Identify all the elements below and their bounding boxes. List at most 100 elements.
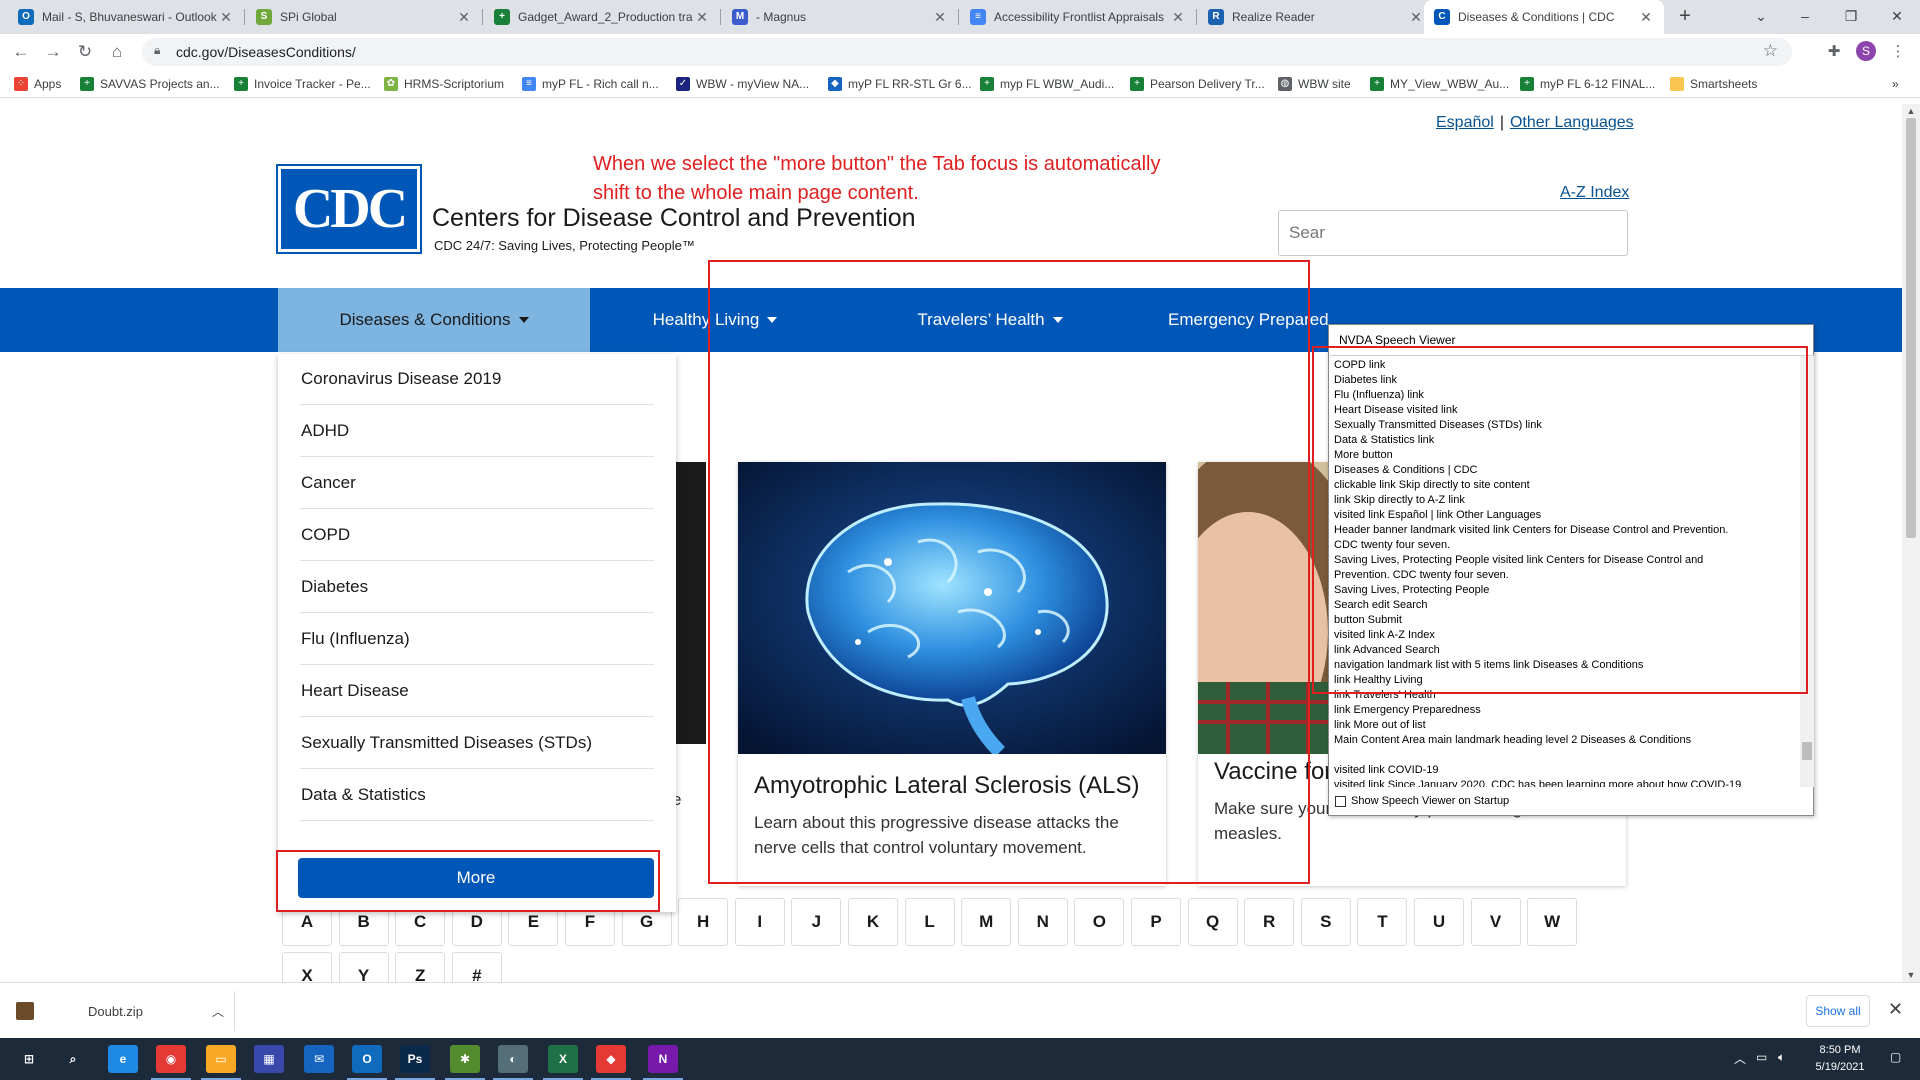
bookmark-hrms[interactable]: ✿ HRMS-Scriptorium	[384, 76, 504, 92]
bookmark-myp-wbw-audi[interactable]: + myp FL WBW_Audi...	[980, 76, 1114, 92]
az-letter-button[interactable]: R	[1244, 898, 1295, 946]
bookmark-myp-6-12-final[interactable]: + myP FL 6-12 FINAL...	[1520, 76, 1655, 92]
browser-tab-realize-reader[interactable]: R Realize Reader ✕	[1198, 0, 1434, 34]
restore-icon[interactable]: ❐	[1828, 0, 1874, 34]
page-scroll-thumb[interactable]	[1906, 118, 1916, 538]
dropdown-item-data-statistics[interactable]: Data & Statistics	[300, 770, 654, 821]
search-icon[interactable]: ⌕	[58, 1045, 88, 1073]
show-all-button[interactable]: Show all	[1806, 995, 1870, 1027]
bookmark-myp-fl-rich[interactable]: ≡ myP FL - Rich call n...	[522, 76, 659, 92]
browser-tab-magnus[interactable]: M - Magnus ✕	[722, 0, 958, 34]
browser-tab-cdc-active[interactable]: C Diseases & Conditions | CDC ✕	[1424, 0, 1664, 34]
other-languages-link[interactable]: Other Languages	[1510, 114, 1634, 132]
network-icon[interactable]: ▭	[1756, 1050, 1767, 1064]
chrome-menu-icon[interactable]: ⋮	[1888, 42, 1908, 62]
checkbox-icon[interactable]	[1335, 795, 1346, 807]
az-letter-button[interactable]: K	[848, 898, 898, 946]
dropdown-item-adhd[interactable]: ADHD	[300, 406, 654, 457]
bookmark-wbw-myview[interactable]: ✓ WBW - myView NA...	[676, 76, 809, 92]
az-letter-button[interactable]: L	[904, 898, 955, 946]
card-als[interactable]: Amyotrophic Lateral Sclerosis (ALS) Lear…	[738, 462, 1166, 886]
mail-icon[interactable]: ✉	[304, 1045, 334, 1073]
nav-healthy-living[interactable]: Healthy Living	[590, 288, 840, 352]
browser-tab-accessibility[interactable]: ≡ Accessibility Frontlist Appraisals ✕	[960, 0, 1196, 34]
dropdown-item-cancer[interactable]: Cancer	[300, 458, 654, 509]
tab-search-icon[interactable]: ⌄	[1738, 0, 1784, 34]
dropdown-item-stds[interactable]: Sexually Transmitted Diseases (STDs)	[300, 718, 654, 769]
nvda-startup-checkbox[interactable]: Show Speech Viewer on Startup	[1335, 795, 1509, 807]
az-letter-button[interactable]: U	[1414, 898, 1464, 946]
cdc-logo[interactable]: CDC	[276, 164, 422, 254]
dropdown-item-diabetes[interactable]: Diabetes	[300, 562, 654, 613]
bookmark-apps[interactable]: ⁘ Apps	[14, 76, 61, 92]
close-window-icon[interactable]: ✕	[1874, 0, 1920, 34]
browser-tab-outlook[interactable]: O Mail - S, Bhuvaneswari - Outlook ✕	[8, 0, 244, 34]
az-letter-button[interactable]: H	[678, 898, 729, 946]
file-explorer-icon[interactable]: ▭	[206, 1045, 236, 1073]
dropdown-item-flu[interactable]: Flu (Influenza)	[300, 614, 654, 665]
az-letter-button[interactable]: M	[961, 898, 1012, 946]
reload-icon[interactable]: ↻	[72, 39, 98, 65]
download-item[interactable]: Doubt.zip ︿	[16, 991, 234, 1031]
az-letter-button[interactable]: I	[734, 898, 785, 946]
bookmark-smartsheets[interactable]: Smartsheets	[1670, 76, 1757, 92]
bookmarks-overflow-icon[interactable]: »	[1892, 76, 1899, 92]
tab-close-icon[interactable]: ✕	[932, 9, 948, 26]
lock-icon[interactable]: 🔒︎	[154, 43, 160, 58]
tab-close-icon[interactable]: ✕	[1170, 9, 1186, 26]
az-letter-button[interactable]: Q	[1187, 898, 1238, 946]
excel-icon[interactable]: X	[548, 1045, 578, 1073]
browser-tab-spi-global[interactable]: S SPi Global ✕	[246, 0, 482, 34]
az-letter-button[interactable]: #	[451, 952, 502, 982]
edge-icon[interactable]: e	[108, 1045, 138, 1073]
az-letter-button[interactable]: Z	[395, 952, 446, 982]
profile-avatar[interactable]: S	[1856, 41, 1876, 61]
dropdown-item-copd[interactable]: COPD	[300, 510, 654, 561]
forward-arrow-icon[interactable]: →	[40, 39, 66, 65]
bookmark-savvas[interactable]: + SAVVAS Projects an...	[80, 76, 220, 92]
onenote-icon[interactable]: N	[648, 1045, 678, 1073]
more-button[interactable]: More	[298, 858, 654, 898]
az-index-link[interactable]: A-Z Index	[1560, 184, 1629, 202]
back-arrow-icon[interactable]: ←	[8, 39, 34, 65]
tray-chevron-icon[interactable]: ︿	[1734, 1050, 1746, 1067]
bookmark-star-icon[interactable]: ☆	[1763, 41, 1778, 61]
volume-icon[interactable]: 🔈︎	[1778, 1050, 1785, 1065]
card-title[interactable]: Amyotrophic Lateral Sclerosis (ALS)	[754, 772, 1139, 800]
notifications-icon[interactable]: ▢	[1890, 1050, 1901, 1064]
scroll-down-icon[interactable]: ▼	[1902, 968, 1920, 982]
tab-close-icon[interactable]: ✕	[456, 9, 472, 26]
outlook-app-icon[interactable]: O	[352, 1045, 382, 1073]
site-title[interactable]: Centers for Disease Control and Preventi…	[432, 204, 916, 233]
az-letter-button[interactable]: N	[1017, 898, 1068, 946]
bookmark-my-view-wbw[interactable]: + MY_View_WBW_Au...	[1370, 76, 1509, 92]
az-letter-button[interactable]: O	[1074, 898, 1125, 946]
dropdown-item-coronavirus[interactable]: Coronavirus Disease 2019	[300, 354, 654, 405]
az-letter-button[interactable]: X	[282, 952, 332, 982]
nav-travelers-health[interactable]: Travelers’ Health	[840, 288, 1140, 352]
az-letter-button[interactable]: T	[1357, 898, 1408, 946]
tab-close-icon[interactable]: ✕	[1408, 9, 1424, 26]
espanol-link[interactable]: Español	[1436, 114, 1494, 132]
az-letter-button[interactable]: W	[1527, 898, 1578, 946]
az-letter-button[interactable]: S	[1300, 898, 1351, 946]
windows-start-icon[interactable]: ⊞	[14, 1045, 44, 1073]
anydesk-icon[interactable]: ◆	[596, 1045, 626, 1073]
nvda-app-icon[interactable]: ◐	[498, 1045, 528, 1073]
bookmark-myp-rr-stl[interactable]: ◆ myP FL RR-STL Gr 6...	[828, 76, 972, 92]
minimize-icon[interactable]: –	[1782, 0, 1828, 34]
address-bar[interactable]: 🔒︎ cdc.gov/DiseasesConditions/ ☆	[142, 38, 1792, 66]
browser-tab-gadget-award[interactable]: + Gadget_Award_2_Production tra ✕	[484, 0, 720, 34]
nav-emergency-preparedness[interactable]: Emergency Prepared	[1140, 288, 1340, 352]
tab-close-icon[interactable]: ✕	[218, 9, 234, 26]
az-letter-button[interactable]: Y	[338, 952, 389, 982]
tab-close-icon[interactable]: ✕	[1638, 9, 1654, 26]
bookmark-invoice-tracker[interactable]: + Invoice Tracker - Pe...	[234, 76, 371, 92]
bookmark-wbw-site[interactable]: ◍ WBW site	[1278, 76, 1351, 92]
az-letter-button[interactable]: V	[1470, 898, 1521, 946]
search-input[interactable]: Sear	[1278, 210, 1628, 256]
puzzle-app-icon[interactable]: ✱	[450, 1045, 480, 1073]
nvda-speech-log[interactable]: COPD link Diabetes link Flu (Influenza) li…	[1330, 355, 1814, 787]
tab-close-icon[interactable]: ✕	[694, 9, 710, 26]
chrome-icon[interactable]: ◉	[156, 1045, 186, 1073]
